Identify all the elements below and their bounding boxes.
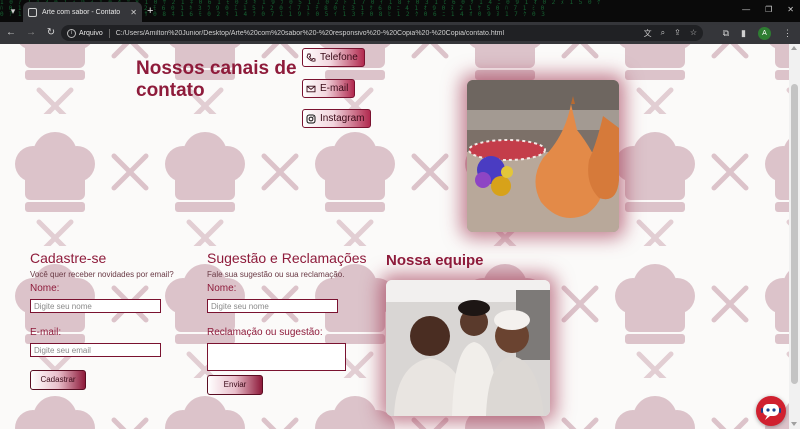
browser-tab[interactable]: Arte com sabor - Contato ✕ [23,2,142,22]
new-tab-button[interactable]: + [147,4,153,18]
extensions-icon[interactable]: ⧉ [723,25,729,41]
instagram-icon [306,114,316,123]
maximize-icon[interactable]: ❐ [765,4,772,16]
page-title: Nossos canais de contato [136,58,297,101]
side-panel-icon[interactable]: ▮ [741,25,746,41]
signup-name-label: Nome: [30,283,60,294]
team-photo [386,280,550,416]
signup-subtitle: Você quer receber novidades por email? [30,270,174,279]
translate-icon[interactable]: 文 [644,28,652,39]
scroll-thumb[interactable] [791,84,798,384]
browser-tab-strip: 1 0 ｱ 7 ﾊ 3 0 1 ﾐ 9 ｦ 1 0 4 ﾂ 8 1 0 ｻ 2 … [0,0,800,22]
zoom-icon[interactable]: ⌕ [661,28,665,39]
share-icon[interactable]: ⇪ [674,28,681,39]
page-scrollbar[interactable] [789,44,800,429]
instagram-button[interactable]: Instagram [302,109,372,128]
profile-avatar[interactable]: A [758,26,771,40]
page-viewport: Nossos canais de contato Telefone E-mail… [0,44,789,429]
feedback-name-label: Nome: [207,283,237,294]
forward-icon[interactable]: → [22,24,40,42]
phone-icon [306,53,316,62]
signup-name-input[interactable] [30,299,161,313]
team-title: Nossa equipe [386,252,484,269]
file-label: Arquivo [79,29,103,37]
bookmark-star-icon[interactable]: ☆ [690,28,697,39]
signup-email-input[interactable] [30,343,161,357]
menu-kebab-icon[interactable]: ⋮ [783,25,792,41]
feedback-subtitle: Fale sua sugestão ou sua reclamação. [207,270,345,279]
tab-title: Arte com sabor - Contato [42,8,121,16]
url-text[interactable]: C:/Users/Amilton%20Junior/Desktop/Arte%2… [116,30,644,37]
address-bar-actions: 文 ⌕ ⇪ ☆ [644,28,697,39]
scroll-up-arrow[interactable] [791,46,797,50]
page-icon [28,7,37,17]
divider [108,28,110,38]
coxinha-photo [467,80,619,232]
reload-icon[interactable]: ↻ [42,24,60,42]
feedback-message-label: Reclamação ou sugestão: [207,327,323,338]
feedback-message-textarea[interactable] [207,343,346,371]
tab-search-button[interactable]: ▾ [6,4,20,18]
window-controls: — ❐ ✕ [742,4,794,16]
close-window-icon[interactable]: ✕ [787,4,794,16]
browser-toolbar: ← → ↻ i Arquivo C:/Users/Amilton%20Junio… [0,22,800,44]
email-button[interactable]: E-mail [302,79,356,98]
close-icon[interactable]: ✕ [130,8,137,17]
feedback-name-input[interactable] [207,299,338,313]
signup-submit-button[interactable]: Cadastrar [30,370,86,390]
envelope-icon [306,85,316,92]
signup-title: Cadastre-se [30,250,107,266]
address-bar[interactable]: i Arquivo C:/Users/Amilton%20Junior/Desk… [61,25,703,41]
instagram-label: Instagram [320,113,365,124]
minimize-icon[interactable]: — [742,4,750,16]
site-info-icon[interactable]: i [67,28,76,38]
chat-widget-button[interactable] [756,396,786,426]
back-icon[interactable]: ← [2,24,20,42]
email-label: E-mail [320,83,349,94]
feedback-title: Sugestão e Reclamações [207,250,367,266]
chat-bot-icon [761,404,781,420]
phone-button[interactable]: Telefone [302,48,365,67]
scroll-down-arrow[interactable] [791,422,797,426]
signup-email-label: E-mail: [30,327,62,338]
phone-label: Telefone [320,52,358,63]
feedback-submit-button[interactable]: Enviar [207,375,263,395]
toolbar-actions: ⧉ ▮ A ⋮ [723,25,792,41]
